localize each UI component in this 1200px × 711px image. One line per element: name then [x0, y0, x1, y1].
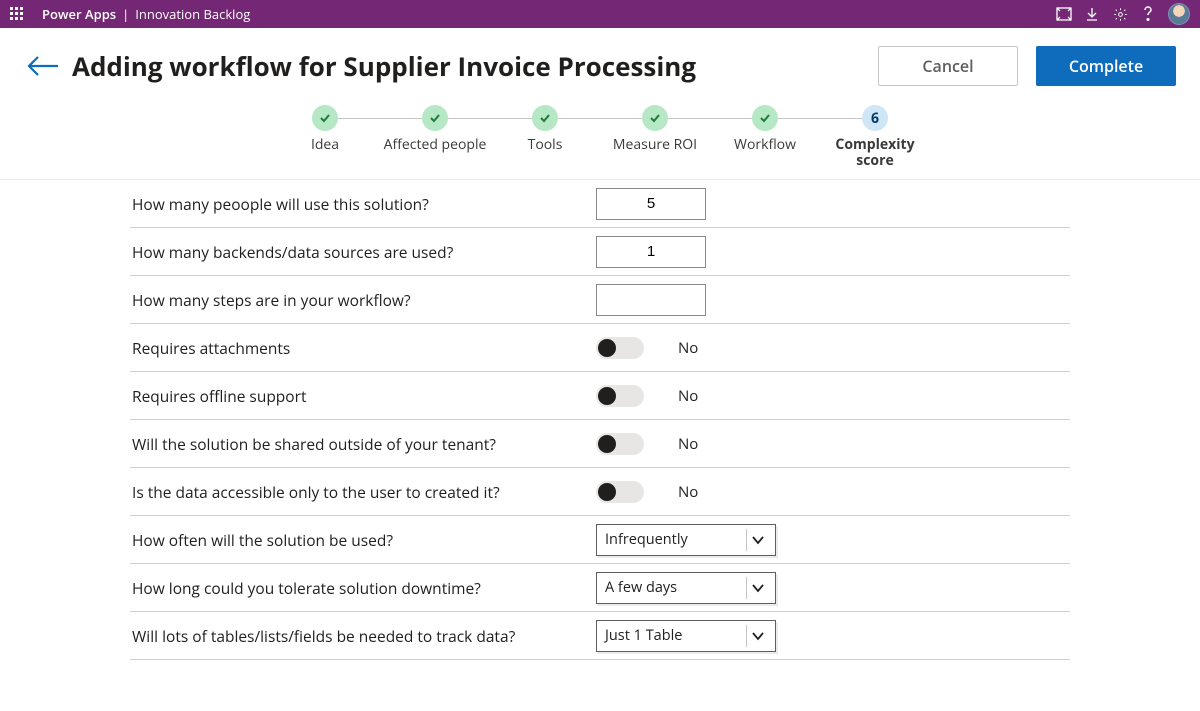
question-label: How often will the solution be used?	[132, 519, 596, 561]
form-row: Will lots of tables/lists/fields be need…	[130, 612, 1070, 660]
toggle-switch[interactable]	[596, 481, 644, 503]
toggle-value-label: No	[678, 386, 698, 406]
step-label: Complexity score	[820, 137, 930, 169]
toggle-switch[interactable]	[596, 433, 644, 455]
step-2[interactable]: Tools	[490, 105, 600, 153]
select-value: A few days	[605, 578, 749, 597]
wizard-stepper: Idea Affected people Tools Measure ROI Workf…	[0, 101, 1200, 179]
question-label: How long could you tolerate solution dow…	[132, 567, 596, 609]
question-label: Will lots of tables/lists/fields be need…	[132, 615, 596, 657]
toggle-value-label: No	[678, 482, 698, 502]
question-label: Is the data accessible only to the user …	[132, 471, 596, 513]
checkmark-icon	[422, 105, 448, 131]
question-label: Requires attachments	[132, 327, 596, 369]
complete-button[interactable]: Complete	[1036, 46, 1176, 86]
select-dropdown[interactable]: Just 1 Table	[596, 620, 776, 652]
back-arrow-icon[interactable]	[24, 47, 62, 85]
form-row: How often will the solution be used? Infr…	[130, 516, 1070, 564]
question-label: Requires offline support	[132, 375, 596, 417]
form-row: How many backends/data sources are used?	[130, 228, 1070, 276]
chevron-down-icon	[749, 535, 767, 545]
number-input[interactable]	[596, 284, 706, 316]
app-page-name: Innovation Backlog	[135, 5, 250, 23]
step-0[interactable]: Idea	[270, 105, 380, 153]
checkmark-icon	[532, 105, 558, 131]
checkmark-icon	[642, 105, 668, 131]
number-input[interactable]	[596, 236, 706, 268]
page-header: Adding workflow for Supplier Invoice Pro…	[0, 28, 1200, 101]
step-5[interactable]: 6 Complexity score	[820, 105, 930, 169]
step-number: 6	[862, 105, 888, 131]
step-label: Workflow	[734, 137, 796, 153]
form-row: How many peoople will use this solution?	[130, 180, 1070, 228]
form-row: Is the data accessible only to the user …	[130, 468, 1070, 516]
toggle-switch[interactable]	[596, 385, 644, 407]
form-row: Will the solution be shared outside of y…	[130, 420, 1070, 468]
number-input[interactable]	[596, 188, 706, 220]
checkmark-icon	[752, 105, 778, 131]
form-row: Requires offline support No	[130, 372, 1070, 420]
form-row: Requires attachments No	[130, 324, 1070, 372]
select-value: Just 1 Table	[605, 626, 749, 645]
question-label: How many backends/data sources are used?	[132, 231, 596, 273]
app-name: Power Apps	[42, 5, 116, 23]
toggle-value-label: No	[678, 434, 698, 454]
cancel-button[interactable]: Cancel	[878, 46, 1018, 86]
chevron-down-icon	[749, 631, 767, 641]
form-row: How many steps are in your workflow?	[130, 276, 1070, 324]
question-label: Will the solution be shared outside of y…	[132, 423, 596, 465]
select-dropdown[interactable]: Infrequently	[596, 524, 776, 556]
chevron-down-icon	[749, 583, 767, 593]
toggle-value-label: No	[678, 338, 698, 358]
toggle-switch[interactable]	[596, 337, 644, 359]
step-1[interactable]: Affected people	[380, 105, 490, 153]
step-label: Affected people	[384, 137, 487, 153]
step-3[interactable]: Measure ROI	[600, 105, 710, 153]
checkmark-icon	[312, 105, 338, 131]
fit-to-screen-icon[interactable]	[1050, 0, 1078, 28]
select-dropdown[interactable]: A few days	[596, 572, 776, 604]
form-row: How long could you tolerate solution dow…	[130, 564, 1070, 612]
download-icon[interactable]	[1078, 0, 1106, 28]
question-label: How many peoople will use this solution?	[132, 183, 596, 225]
select-value: Infrequently	[605, 530, 749, 549]
step-label: Measure ROI	[613, 137, 697, 153]
avatar[interactable]	[1168, 3, 1190, 25]
step-label: Idea	[311, 137, 339, 153]
page-title: Adding workflow for Supplier Invoice Pro…	[72, 48, 878, 84]
breadcrumb-separator: |	[122, 5, 129, 23]
app-launcher-icon[interactable]	[10, 7, 24, 21]
app-topbar: Power Apps | Innovation Backlog	[0, 0, 1200, 28]
help-icon[interactable]	[1134, 0, 1162, 28]
question-label: How many steps are in your workflow?	[132, 279, 596, 321]
step-label: Tools	[528, 137, 563, 153]
step-4[interactable]: Workflow	[710, 105, 820, 153]
complexity-form: How many peoople will use this solution?…	[130, 180, 1070, 660]
gear-icon[interactable]	[1106, 0, 1134, 28]
